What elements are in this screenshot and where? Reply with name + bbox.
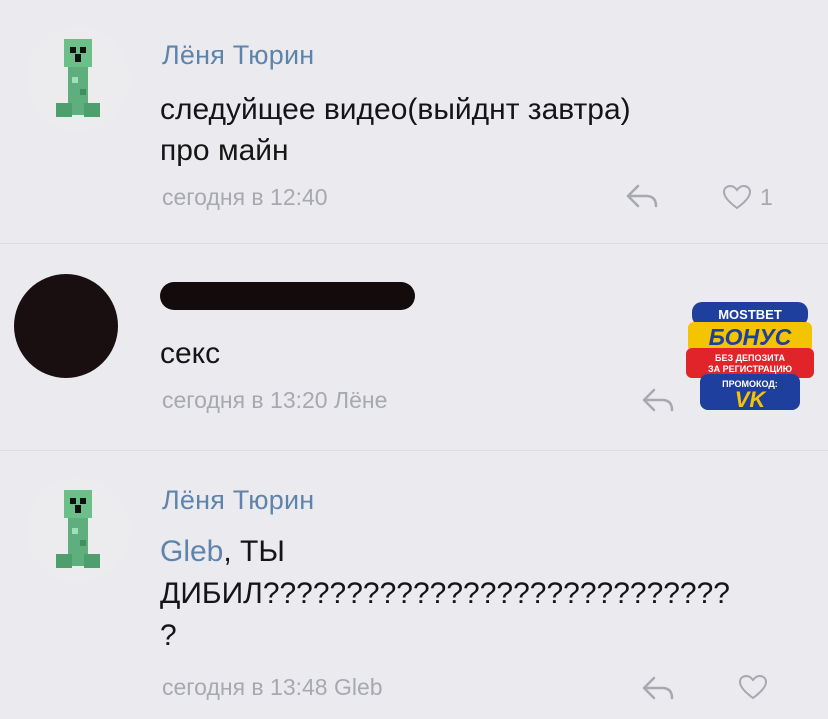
ad-headline: БОНУС — [709, 324, 792, 350]
comment-author[interactable]: Лёня Тюрин — [162, 40, 314, 71]
like-button[interactable] — [738, 672, 768, 702]
mention-link[interactable]: Gleb — [160, 535, 223, 568]
reply-icon[interactable] — [640, 674, 676, 702]
comment-author[interactable]: Лёня Тюрин — [162, 485, 314, 516]
redacted-author — [160, 282, 415, 310]
creeper-avatar-icon — [56, 490, 100, 568]
comment-timestamp: сегодня в 13:48 Gleb — [162, 674, 383, 700]
heart-icon — [738, 674, 768, 700]
comment-timestamp: сегодня в 12:40 — [162, 184, 328, 210]
divider — [0, 450, 828, 451]
comment-text-line: Gleb, ТЫ — [160, 532, 285, 572]
mostbet-ad-badge[interactable]: MOSTBET БОНУС БЕЗ ДЕПОЗИТА ЗА РЕГИСТРАЦИ… — [684, 300, 816, 412]
ad-line2: ЗА РЕГИСТРАЦИЮ — [708, 364, 792, 374]
comment-text-line: ДИБИЛ???????????????????????????? — [160, 577, 730, 610]
ad-badge-graphic: MOSTBET БОНУС БЕЗ ДЕПОЗИТА ЗА РЕГИСТРАЦИ… — [686, 302, 814, 412]
like-button[interactable]: 1 — [722, 182, 773, 212]
avatar[interactable] — [26, 478, 130, 582]
divider — [0, 243, 828, 244]
comment-text-fragment: , ТЫ — [223, 535, 285, 568]
comment-text-line: ? — [160, 619, 177, 652]
comment-timestamp: сегодня в 13:20 Лёне — [162, 387, 388, 413]
avatar[interactable] — [26, 27, 130, 131]
like-count: 1 — [760, 183, 773, 210]
reply-icon[interactable] — [624, 182, 660, 210]
heart-icon — [722, 184, 752, 210]
comment-text-line: секс — [160, 337, 221, 370]
ad-promo-code: VK — [735, 387, 768, 412]
creeper-avatar-icon — [56, 39, 100, 117]
comment-text-line: про майн — [160, 134, 289, 167]
ad-line1: БЕЗ ДЕПОЗИТА — [715, 353, 786, 363]
avatar[interactable] — [14, 274, 118, 378]
comment-text-line: следуйщее видео(выйднт завтра) — [160, 93, 631, 126]
ad-brand: MOSTBET — [718, 307, 782, 322]
reply-icon[interactable] — [640, 386, 676, 414]
